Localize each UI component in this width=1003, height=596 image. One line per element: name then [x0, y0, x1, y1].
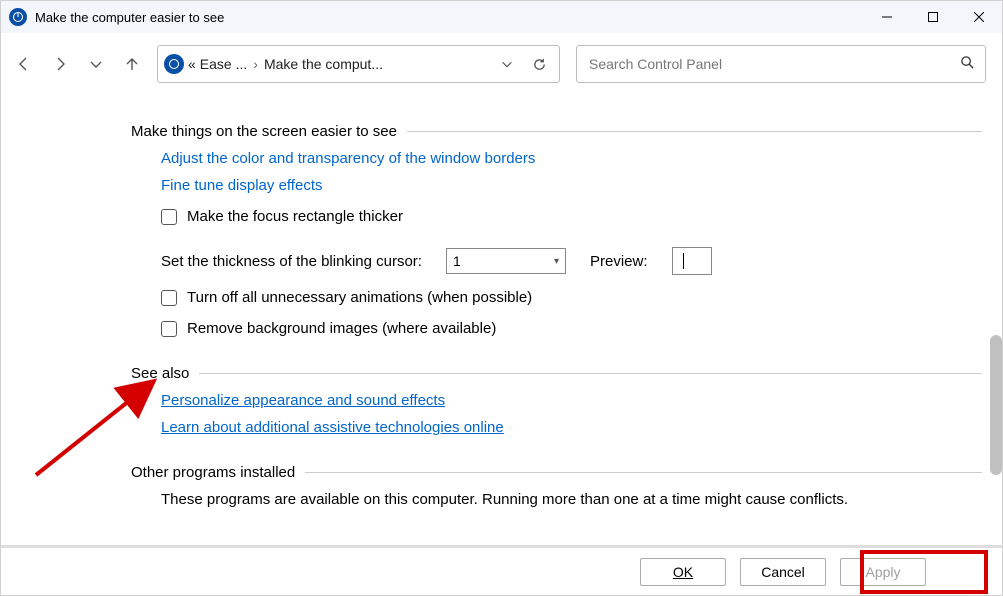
link-assistive-tech[interactable]: Learn about additional assistive technol… — [161, 419, 982, 436]
breadcrumb-separator: › — [251, 56, 260, 72]
preview-label: Preview: — [590, 253, 648, 270]
refresh-button[interactable] — [525, 57, 553, 72]
cursor-preview — [672, 247, 712, 275]
section-easier-title: Make things on the screen easier to see — [131, 123, 397, 140]
cursor-thickness-combo[interactable]: 1 ▾ — [446, 248, 566, 274]
checkbox-background-label: Remove background images (where availabl… — [187, 320, 496, 337]
section-seealso-header: See also — [131, 365, 982, 382]
search-icon[interactable] — [960, 55, 975, 73]
section-other-title: Other programs installed — [131, 464, 295, 481]
recent-dropdown-button[interactable] — [79, 47, 113, 81]
link-adjust-color[interactable]: Adjust the color and transparency of the… — [161, 150, 982, 167]
footer: OK Cancel Apply — [1, 545, 1002, 595]
cursor-thickness-value: 1 — [453, 253, 461, 269]
address-bar[interactable]: « Ease ... › Make the comput... — [157, 45, 560, 83]
title-bar: Make the computer easier to see — [1, 1, 1002, 33]
chevron-down-icon: ▾ — [554, 256, 559, 267]
scrollbar-thumb[interactable] — [990, 335, 1002, 475]
back-button[interactable] — [7, 47, 41, 81]
minimize-button[interactable] — [864, 1, 910, 33]
checkbox-focus-label: Make the focus rectangle thicker — [187, 208, 403, 225]
up-button[interactable] — [115, 47, 149, 81]
control-panel-icon — [164, 54, 184, 74]
search-box[interactable] — [576, 45, 986, 83]
link-personalize[interactable]: Personalize appearance and sound effects — [161, 392, 982, 409]
toolbar: « Ease ... › Make the comput... — [1, 33, 1002, 95]
maximize-button[interactable] — [910, 1, 956, 33]
caret-icon — [683, 253, 684, 269]
checkbox-turn-off-animations[interactable] — [161, 290, 177, 306]
ok-button[interactable]: OK — [640, 558, 726, 586]
section-seealso-title: See also — [131, 365, 189, 382]
address-dropdown-button[interactable] — [493, 57, 521, 71]
breadcrumb-prefix: « — [188, 56, 196, 72]
checkbox-focus-rectangle[interactable] — [161, 209, 177, 225]
cursor-thickness-label: Set the thickness of the blinking cursor… — [161, 253, 422, 270]
section-easier-header: Make things on the screen easier to see — [131, 123, 982, 140]
app-icon — [9, 8, 27, 26]
other-programs-desc: These programs are available on this com… — [161, 491, 982, 508]
checkbox-animations-label: Turn off all unnecessary animations (whe… — [187, 289, 532, 306]
search-input[interactable] — [587, 55, 960, 73]
forward-button[interactable] — [43, 47, 77, 81]
window-title: Make the computer easier to see — [35, 10, 864, 25]
close-button[interactable] — [956, 1, 1002, 33]
breadcrumb-item-current[interactable]: Make the comput... — [264, 56, 383, 72]
apply-button[interactable]: Apply — [840, 558, 926, 586]
section-other-header: Other programs installed — [131, 464, 982, 481]
content-pane: Make things on the screen easier to see … — [1, 95, 1002, 545]
checkbox-remove-background[interactable] — [161, 321, 177, 337]
link-fine-tune[interactable]: Fine tune display effects — [161, 177, 982, 194]
breadcrumb-item-ease[interactable]: Ease ... — [200, 56, 247, 72]
cancel-button[interactable]: Cancel — [740, 558, 826, 586]
